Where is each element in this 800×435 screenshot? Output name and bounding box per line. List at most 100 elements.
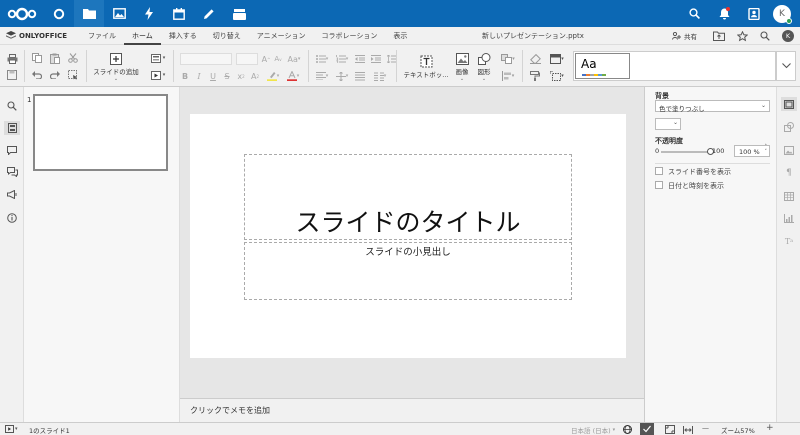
add-slide-button[interactable]: スライドの追加 ⌄ [90, 50, 142, 84]
subtitle-placeholder[interactable]: スライドの小見出し [244, 242, 572, 300]
opacity-slider[interactable] [661, 151, 711, 153]
chat-icon[interactable] [5, 165, 19, 179]
calendar-app-icon[interactable] [164, 0, 194, 27]
save-icon[interactable] [5, 69, 19, 81]
show-slide-number-checkbox[interactable] [655, 167, 663, 175]
zoom-out-button[interactable]: — [702, 424, 709, 432]
deck-app-icon[interactable] [224, 0, 254, 27]
tab-file[interactable]: ファイル [80, 27, 124, 45]
paste-icon[interactable] [48, 52, 62, 64]
notifications-bell-icon[interactable] [709, 0, 739, 27]
slide-settings-tab-icon[interactable] [781, 97, 797, 111]
fit-to-slide-icon[interactable] [664, 424, 676, 435]
arrange-shape-icon[interactable]: ▾ [499, 53, 517, 65]
increase-indent-icon[interactable] [370, 53, 382, 65]
zoom-in-button[interactable]: + [766, 423, 774, 433]
open-location-icon[interactable] [713, 31, 725, 41]
fill-type-select[interactable]: 色で塗りつぶし ⌄ [655, 100, 770, 113]
feedback-megaphone-icon[interactable] [5, 187, 19, 201]
share-button[interactable]: 共有 [672, 31, 697, 41]
slide[interactable]: スライドのタイトル スライドの小見出し [190, 114, 626, 358]
theme-preview[interactable]: Aa [575, 53, 630, 79]
highlight-color-icon[interactable]: ▾ [265, 70, 281, 82]
slideshow-menu-button[interactable]: ▾ [5, 425, 18, 433]
theme-gallery[interactable]: Aa [573, 51, 776, 81]
tab-home[interactable]: ホーム [124, 27, 161, 45]
italic-icon[interactable]: I [193, 70, 205, 82]
redo-icon[interactable] [48, 69, 62, 81]
bullet-list-icon[interactable]: ▾ [314, 53, 330, 65]
dashboard-app-icon[interactable] [44, 0, 74, 27]
align-shape-icon[interactable]: ▾ [499, 70, 517, 82]
insert-textbox-button[interactable]: テキストボッ... [400, 50, 452, 84]
comments-icon[interactable] [5, 143, 19, 157]
fit-to-width-icon[interactable] [682, 424, 694, 435]
notes-app-icon[interactable] [194, 0, 224, 27]
spinner-arrows-icon[interactable]: ˄ ˅ [765, 145, 768, 155]
chart-settings-tab-icon[interactable] [782, 211, 796, 225]
insert-shape-button[interactable]: 図形 ⌄ [474, 50, 494, 84]
undo-icon[interactable] [30, 69, 44, 81]
start-slideshow-button[interactable]: ▾ [148, 69, 168, 81]
font-size-select[interactable] [236, 53, 258, 65]
nextcloud-logo[interactable] [0, 0, 44, 27]
photos-app-icon[interactable] [104, 0, 134, 27]
tab-collaboration[interactable]: コラボレーション [314, 27, 386, 45]
table-settings-tab-icon[interactable] [782, 189, 796, 203]
copy-icon[interactable] [30, 52, 44, 64]
slide-thumbnail[interactable] [33, 94, 168, 171]
columns-icon[interactable]: ▾ [372, 70, 388, 82]
files-app-icon[interactable] [74, 0, 104, 27]
search-document-icon[interactable] [760, 31, 770, 41]
text-direction-icon[interactable] [354, 70, 366, 82]
change-slide-size-icon[interactable]: ▾ [547, 53, 567, 65]
title-placeholder[interactable]: スライドのタイトル [244, 154, 572, 240]
about-info-icon[interactable] [5, 211, 19, 225]
change-case-icon[interactable]: Aa ▾ [286, 53, 302, 65]
shape-settings-tab-icon[interactable] [782, 120, 796, 134]
clear-style-icon[interactable] [528, 53, 542, 65]
search-panel-icon[interactable] [5, 99, 19, 113]
notes-pane[interactable]: クリックでメモを追加 [180, 398, 644, 422]
language-select[interactable]: 日本語 (日本) ▾ [571, 425, 615, 435]
background-color-picker[interactable]: ⌄ [655, 118, 681, 130]
paragraph-settings-tab-icon[interactable]: ¶ [782, 166, 796, 180]
tab-insert[interactable]: 挿入する [161, 27, 205, 45]
print-icon[interactable] [5, 53, 19, 65]
underline-icon[interactable]: U [207, 70, 219, 82]
copy-style-icon[interactable] [528, 70, 542, 82]
favorite-star-icon[interactable] [737, 30, 748, 42]
horizontal-align-icon[interactable]: ▾ [314, 70, 330, 82]
select-all-icon[interactable] [66, 69, 80, 81]
decrease-font-icon[interactable]: Av [272, 53, 284, 65]
search-icon[interactable] [679, 0, 709, 27]
spellcheck-globe-icon[interactable] [622, 424, 633, 435]
editor-user-avatar[interactable]: K [782, 30, 794, 42]
vertical-align-icon[interactable]: ▾ [334, 70, 350, 82]
slide-layout-button[interactable]: ▾ [148, 52, 168, 64]
slides-panel-icon[interactable] [4, 121, 20, 135]
theme-gallery-expand-button[interactable] [776, 51, 796, 81]
numbered-list-icon[interactable]: ▾ [334, 53, 350, 65]
opacity-input[interactable]: 100 % ˄ ˅ [734, 145, 770, 157]
decrease-indent-icon[interactable] [354, 53, 366, 65]
superscript-icon[interactable]: x2 [235, 70, 247, 82]
slide-size-icon[interactable]: ▾ [547, 70, 567, 82]
cut-icon[interactable] [66, 52, 80, 64]
insert-image-button[interactable]: 画像 ⌄ [452, 50, 472, 84]
font-color-icon[interactable]: ▾ [285, 70, 301, 82]
contacts-icon[interactable] [739, 0, 769, 27]
strikethrough-icon[interactable]: S [221, 70, 233, 82]
activity-app-icon[interactable] [134, 0, 164, 27]
bold-icon[interactable]: B [179, 70, 191, 82]
user-avatar[interactable]: K [773, 4, 792, 24]
subscript-icon[interactable]: A2 [249, 70, 261, 82]
image-settings-tab-icon[interactable] [782, 143, 796, 157]
tab-view[interactable]: 表示 [385, 27, 415, 45]
spellcheck-toggle-icon[interactable] [640, 423, 654, 435]
tab-transitions[interactable]: 切り替え [205, 27, 249, 45]
increase-font-icon[interactable]: A ^ [260, 53, 272, 65]
font-family-select[interactable] [180, 53, 232, 65]
show-datetime-checkbox[interactable] [655, 181, 663, 189]
tab-animation[interactable]: アニメーション [249, 27, 314, 45]
